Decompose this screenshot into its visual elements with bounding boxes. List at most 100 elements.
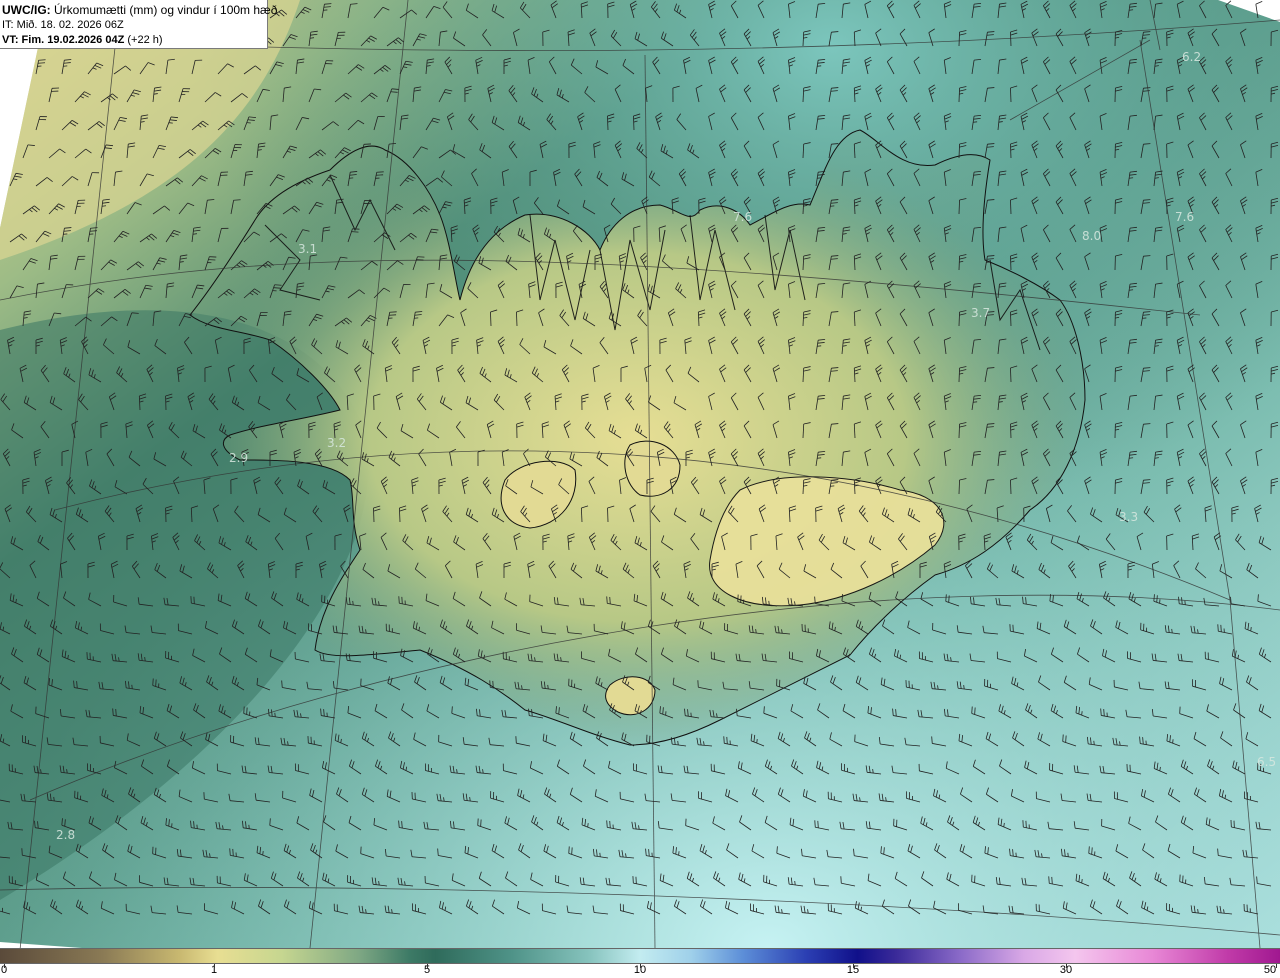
- valid-time: VT: Fim. 19.02.2026 04Z (+22 h): [2, 33, 267, 48]
- wind-barb-feather: [1003, 822, 1005, 828]
- value-label: 6.5: [1257, 755, 1277, 769]
- wind-barb-feather: [112, 708, 114, 716]
- wind-barb: [1010, 423, 1012, 439]
- wind-barb: [958, 367, 960, 383]
- wind-barb-feather: [378, 881, 380, 886]
- wind-barb-feather: [1100, 708, 1102, 716]
- wind-barb-feather: [89, 230, 97, 232]
- wind-barb-feather: [67, 654, 69, 659]
- init-time: IT: Mið. 18. 02. 2026 06Z: [2, 19, 124, 31]
- wind-barb-feather: [1171, 628, 1173, 633]
- wind-barb-feather: [1255, 0, 1263, 5]
- value-label: 2.8: [56, 828, 76, 842]
- wind-barb-feather: [437, 848, 439, 856]
- legend-tick: [427, 964, 428, 968]
- color-legend: 0 1 5 10 15 30 50: [0, 948, 1280, 978]
- legend-tick: [214, 964, 215, 968]
- wind-barb: [958, 143, 960, 159]
- legend-tick: [1276, 964, 1277, 968]
- value-label: 7.6: [733, 210, 753, 224]
- wind-barb: [1010, 255, 1012, 271]
- wind-barb-feather: [755, 629, 757, 634]
- wind-barb: [516, 311, 518, 327]
- value-label: 8.0: [1082, 229, 1102, 243]
- wind-barb: [958, 423, 960, 439]
- wind-barb-feather: [229, 848, 231, 856]
- value-label: 3.1: [298, 242, 318, 256]
- value-label: 6.2: [1182, 50, 1202, 64]
- wind-barb-feather: [232, 848, 234, 856]
- wind-barb-feather: [102, 205, 107, 207]
- wind-barb-feather: [1048, 876, 1050, 884]
- wind-barb-feather: [192, 233, 197, 235]
- wind-barb-feather: [90, 227, 98, 229]
- value-label: 3.7: [971, 306, 991, 320]
- wind-barb-feather: [1250, 627, 1252, 632]
- wind-barb-feather: [309, 37, 315, 39]
- wind-barb-feather: [281, 680, 283, 688]
- wind-barb-feather: [1256, 876, 1258, 884]
- wind-barb-feather: [945, 594, 947, 602]
- wind-barb-feather: [1103, 709, 1105, 717]
- legend-tick: [4, 964, 5, 968]
- wind-barb-feather: [273, 287, 281, 289]
- legend-tick-label: 50: [1263, 964, 1277, 976]
- wind-barb-feather: [963, 685, 965, 690]
- wind-barb: [1010, 87, 1012, 103]
- wind-barb-feather: [606, 820, 608, 828]
- wind-barb: [607, 115, 609, 131]
- wind-barb: [1010, 31, 1012, 47]
- wind-barb-feather: [931, 736, 933, 744]
- wind-barb: [373, 507, 375, 523]
- colorbar: [0, 948, 1280, 964]
- wind-barb: [1010, 311, 1012, 327]
- wind-barb-feather: [451, 706, 453, 714]
- wind-barb: [1010, 199, 1012, 215]
- wind-barb-feather: [872, 769, 874, 774]
- wind-barb-feather: [53, 796, 55, 801]
- wind-barb-feather: [233, 199, 241, 201]
- wind-barb: [958, 199, 960, 215]
- wind-barb-feather: [1197, 909, 1199, 914]
- valid-time-main: VT: Fim. 19.02.2026 04Z: [2, 34, 125, 46]
- wind-barb-feather: [38, 59, 46, 61]
- wind-barb-feather: [763, 706, 765, 714]
- wind-barb-feather: [609, 596, 611, 604]
- product-code: UWC/IG:: [2, 3, 51, 17]
- wind-barb: [958, 31, 960, 47]
- wind-barb-feather: [352, 600, 354, 605]
- wind-barb-feather: [948, 595, 950, 603]
- wind-barb: [1010, 143, 1012, 159]
- legend-tick: [640, 964, 641, 968]
- value-label: 3.2: [327, 436, 347, 450]
- wind-barb-feather: [606, 596, 608, 604]
- legend-tick: [1066, 964, 1067, 968]
- wind-barb-feather: [115, 708, 117, 717]
- value-label: 3.3: [1119, 510, 1139, 524]
- title-text: Úrkomumætti (mm) og vindur í 100m hæð: [54, 3, 278, 17]
- wind-barb-feather: [274, 284, 282, 286]
- valid-time-lead: (+22 h): [127, 34, 163, 46]
- wind-barb: [633, 115, 635, 131]
- wind-barb: [1010, 367, 1012, 383]
- wind-barb-feather: [794, 880, 796, 886]
- wind-barb-feather: [144, 656, 146, 662]
- wind-barb: [958, 479, 960, 495]
- map-title: UWC/IG: Úrkomumætti (mm) og vindur í 100…: [2, 3, 277, 18]
- wind-barb: [958, 87, 960, 103]
- wind-barb: [958, 311, 960, 327]
- wind-barb-feather: [1091, 847, 1093, 855]
- wind-barb: [490, 311, 492, 327]
- wind-barb-feather: [1088, 846, 1090, 854]
- legend-tick: [853, 964, 854, 968]
- wind-barb-feather: [1051, 876, 1053, 884]
- wind-barb: [1010, 479, 1012, 495]
- wind-barb-feather: [469, 797, 471, 802]
- wind-barb-feather: [38, 62, 46, 64]
- value-label: 2.9: [229, 451, 249, 465]
- wind-barb-feather: [269, 818, 271, 826]
- map-canvas: [0, 0, 1280, 948]
- info-box: UWC/IG: Úrkomumætti (mm) og vindur í 100…: [0, 0, 277, 49]
- value-label: 7.6: [1175, 210, 1195, 224]
- forecast-map: 6.2 7.6 7.6 8.0 3.1 3.7 3.2 2.9 3.3 6.5 …: [0, 0, 1280, 948]
